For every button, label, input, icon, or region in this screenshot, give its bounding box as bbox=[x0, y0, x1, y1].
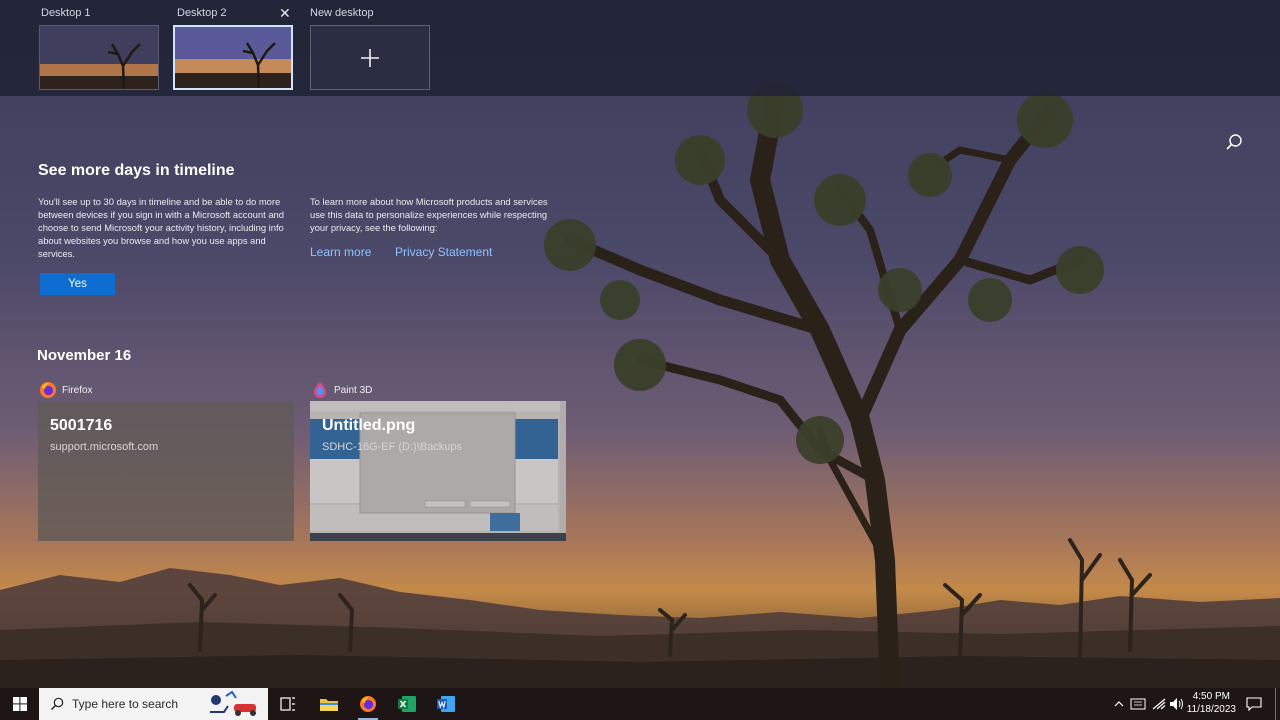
privacy-info-text: To learn more about how Microsoft produc… bbox=[310, 196, 548, 233]
taskbar: Type here to search 4:50 PM 11/18/2023 bbox=[0, 688, 1280, 720]
taskbar-search-box[interactable]: Type here to search bbox=[39, 688, 268, 720]
input-indicator-icon bbox=[1130, 698, 1146, 710]
desktop-2-label: Desktop 2 bbox=[177, 7, 227, 19]
app-name: Paint 3D bbox=[334, 384, 373, 396]
file-explorer-button[interactable] bbox=[311, 688, 347, 720]
yes-button[interactable]: Yes bbox=[40, 273, 115, 295]
desktop-1-thumbnail[interactable] bbox=[39, 25, 159, 90]
activity-subtitle: SDHC-16G-EF (D:)\Backups bbox=[322, 441, 462, 453]
app-name: Firefox bbox=[62, 384, 93, 396]
task-view-button[interactable] bbox=[270, 688, 306, 720]
timeline-screen: Desktop 1 Desktop 2 ✕ New desktop See mo… bbox=[0, 0, 1280, 720]
clock-date: 11/18/2023 bbox=[1186, 704, 1236, 715]
privacy-statement-link[interactable]: Privacy Statement bbox=[395, 245, 492, 259]
new-desktop-button[interactable] bbox=[310, 25, 430, 90]
notification-icon bbox=[1246, 697, 1262, 711]
search-placeholder: Type here to search bbox=[72, 697, 179, 711]
activity-card[interactable]: Untitled.png SDHC-16G-EF (D:)\Backups bbox=[310, 401, 566, 541]
timeline-prompt-title: See more days in timeline bbox=[38, 162, 235, 179]
plus-icon bbox=[361, 48, 379, 67]
windows-start-icon bbox=[12, 697, 27, 711]
desert-wallpaper bbox=[0, 0, 1280, 720]
desktop-1-label: Desktop 1 bbox=[41, 7, 91, 19]
excel-icon bbox=[398, 696, 416, 712]
volume-button[interactable] bbox=[1168, 688, 1186, 720]
task-view-icon bbox=[280, 697, 295, 711]
activity-card[interactable]: 5001716 support.microsoft.com bbox=[38, 401, 294, 541]
activity-app-label: Paint 3D bbox=[311, 381, 372, 399]
desktop-2-thumbnail[interactable] bbox=[173, 25, 293, 90]
clock[interactable]: 4:50 PM 11/18/2023 bbox=[1187, 690, 1236, 716]
activity-title: Untitled.png bbox=[322, 417, 416, 434]
show-desktop-button[interactable] bbox=[1275, 688, 1280, 720]
firefox-icon bbox=[360, 696, 376, 712]
clock-time: 4:50 PM bbox=[1192, 691, 1230, 702]
activity-subtitle: support.microsoft.com bbox=[50, 441, 159, 453]
activity-app-label: Firefox bbox=[39, 381, 93, 399]
search-highlight-icon bbox=[210, 690, 256, 716]
new-desktop-label: New desktop bbox=[310, 7, 374, 19]
firefox-taskbar-button[interactable] bbox=[350, 688, 386, 720]
file-explorer-icon bbox=[320, 699, 338, 711]
network-button[interactable] bbox=[1150, 688, 1168, 720]
start-button[interactable] bbox=[0, 688, 39, 720]
show-hidden-icons-button[interactable] bbox=[1111, 688, 1127, 720]
action-center-button[interactable] bbox=[1243, 688, 1265, 720]
close-icon[interactable]: ✕ bbox=[279, 5, 291, 22]
timeline-prompt-description: You'll see up to 30 days in timeline and… bbox=[38, 196, 284, 259]
paint-3d-icon bbox=[314, 382, 326, 398]
timeline-date-heading: November 16 bbox=[37, 347, 132, 364]
activity-title: 5001716 bbox=[50, 417, 113, 434]
volume-icon bbox=[1170, 698, 1183, 710]
excel-button[interactable] bbox=[389, 688, 425, 720]
word-icon bbox=[437, 696, 455, 712]
search-icon[interactable] bbox=[1225, 133, 1243, 151]
wifi-icon bbox=[1152, 698, 1166, 710]
word-button[interactable] bbox=[428, 688, 464, 720]
input-indicator[interactable] bbox=[1129, 688, 1147, 720]
virtual-desktops-bar: Desktop 1 Desktop 2 ✕ New desktop bbox=[0, 0, 1280, 96]
search-icon bbox=[51, 697, 64, 710]
chevron-up-icon bbox=[1114, 701, 1124, 707]
firefox-icon bbox=[40, 382, 56, 398]
learn-more-link[interactable]: Learn more bbox=[310, 245, 371, 259]
